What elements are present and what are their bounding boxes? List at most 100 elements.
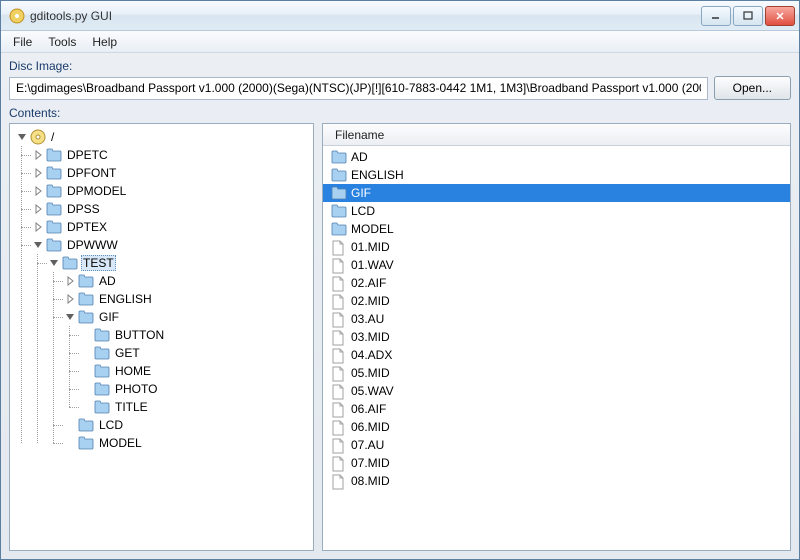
list-item[interactable]: 01.MID (323, 238, 790, 256)
expand-icon[interactable] (80, 402, 91, 413)
folder-icon (46, 148, 62, 162)
expand-icon[interactable] (64, 294, 75, 305)
list-item[interactable]: 02.MID (323, 292, 790, 310)
app-window: gditools.py GUI File Tools Help Disc Ima… (0, 0, 800, 560)
list-item-name: MODEL (351, 222, 394, 236)
list-item[interactable]: MODEL (323, 220, 790, 238)
tree-node[interactable]: DPWWW (32, 236, 311, 254)
tree-node-label: TEST (81, 255, 116, 271)
tree-node[interactable]: DPETC (32, 146, 311, 164)
list-item[interactable]: 08.MID (323, 472, 790, 490)
file-icon (331, 474, 347, 488)
list-item-name: 03.MID (351, 330, 390, 344)
tree-node[interactable]: GIF (64, 308, 311, 326)
file-icon (331, 420, 347, 434)
folder-icon (78, 274, 94, 288)
tree-node-label: DPSS (65, 202, 102, 216)
menu-tools[interactable]: Tools (40, 32, 84, 52)
disc-image-label: Disc Image: (9, 59, 791, 73)
expand-icon[interactable] (32, 240, 43, 251)
file-icon (331, 384, 347, 398)
tree-node[interactable]: PHOTO (80, 380, 311, 398)
content-area: Disc Image: Open... Contents: /DPETCDPFO… (1, 53, 799, 559)
panels: /DPETCDPFONTDPMODELDPSSDPTEXDPWWWTESTADE… (9, 123, 791, 551)
titlebar[interactable]: gditools.py GUI (1, 1, 799, 31)
expand-icon[interactable] (64, 276, 75, 287)
tree-node[interactable]: DPFONT (32, 164, 311, 182)
disc-icon (30, 129, 46, 145)
disc-image-input[interactable] (9, 77, 708, 100)
list-item[interactable]: 01.WAV (323, 256, 790, 274)
expand-icon[interactable] (80, 384, 91, 395)
folder-icon (94, 400, 110, 414)
list-item[interactable]: 06.AIF (323, 400, 790, 418)
tree-node[interactable]: ENGLISH (64, 290, 311, 308)
tree-node[interactable]: LCD (64, 416, 311, 434)
list-item[interactable]: 06.MID (323, 418, 790, 436)
list-item[interactable]: 02.AIF (323, 274, 790, 292)
file-icon (331, 276, 347, 290)
tree-node[interactable]: DPSS (32, 200, 311, 218)
tree-node-label: HOME (113, 364, 153, 378)
file-icon (331, 294, 347, 308)
list-pane: Filename AD ENGLISH GIFLCD MODEL 01.MID01.WA… (322, 123, 791, 551)
tree-node[interactable]: TEST (48, 254, 311, 272)
expand-icon[interactable] (16, 132, 27, 143)
list-item[interactable]: ENGLISH (323, 166, 790, 184)
folder-icon (94, 382, 110, 396)
menu-help[interactable]: Help (84, 32, 125, 52)
expand-icon[interactable] (48, 258, 59, 269)
list-item[interactable]: 05.WAV (323, 382, 790, 400)
folder-icon (331, 186, 347, 200)
list-item[interactable]: AD (323, 148, 790, 166)
list-item[interactable]: 03.AU (323, 310, 790, 328)
tree-node-label: MODEL (97, 436, 144, 450)
minimize-button[interactable] (701, 6, 731, 26)
tree-view[interactable]: / DPETCDPFONTDPMODEL DPSS DPTEXDPWWWTESTADE… (10, 124, 313, 550)
tree-node[interactable]: MODEL (64, 434, 311, 452)
tree-node[interactable]: DPMODEL (32, 182, 311, 200)
expand-icon[interactable] (64, 438, 75, 449)
list-item[interactable]: 03.MID (323, 328, 790, 346)
folder-icon (46, 220, 62, 234)
open-button[interactable]: Open... (714, 76, 791, 100)
tree-node[interactable]: HOME (80, 362, 311, 380)
maximize-button[interactable] (733, 6, 763, 26)
tree-node[interactable]: TITLE (80, 398, 311, 416)
tree-node[interactable]: GET (80, 344, 311, 362)
expand-icon[interactable] (80, 348, 91, 359)
expand-icon[interactable] (32, 168, 43, 179)
tree-node[interactable]: AD (64, 272, 311, 290)
file-icon (331, 438, 347, 452)
list-item[interactable]: 07.AU (323, 436, 790, 454)
file-list[interactable]: AD ENGLISH GIFLCD MODEL 01.MID01.WAV02.AIF02… (323, 146, 790, 550)
tree-node[interactable]: BUTTON (80, 326, 311, 344)
expand-icon[interactable] (32, 186, 43, 197)
close-button[interactable] (765, 6, 795, 26)
list-item[interactable]: 04.ADX (323, 346, 790, 364)
expand-icon[interactable] (80, 330, 91, 341)
folder-icon (78, 418, 94, 432)
expand-icon[interactable] (64, 312, 75, 323)
folder-icon (46, 166, 62, 180)
window-buttons (701, 6, 795, 26)
expand-icon[interactable] (32, 204, 43, 215)
app-icon (9, 8, 25, 24)
list-item[interactable]: GIF (323, 184, 790, 202)
list-header[interactable]: Filename (323, 124, 790, 146)
tree-root-label: / (49, 130, 56, 144)
menu-file[interactable]: File (5, 32, 40, 52)
folder-icon (94, 364, 110, 378)
window-title: gditools.py GUI (30, 9, 701, 23)
expand-icon[interactable] (64, 420, 75, 431)
folder-icon (331, 204, 347, 218)
tree-node[interactable]: DPTEX (32, 218, 311, 236)
list-item[interactable]: 07.MID (323, 454, 790, 472)
expand-icon[interactable] (32, 222, 43, 233)
expand-icon[interactable] (32, 150, 43, 161)
tree-root[interactable]: / (16, 128, 311, 146)
list-item[interactable]: LCD (323, 202, 790, 220)
list-item[interactable]: 05.MID (323, 364, 790, 382)
expand-icon[interactable] (80, 366, 91, 377)
list-item-name: ENGLISH (351, 168, 404, 182)
